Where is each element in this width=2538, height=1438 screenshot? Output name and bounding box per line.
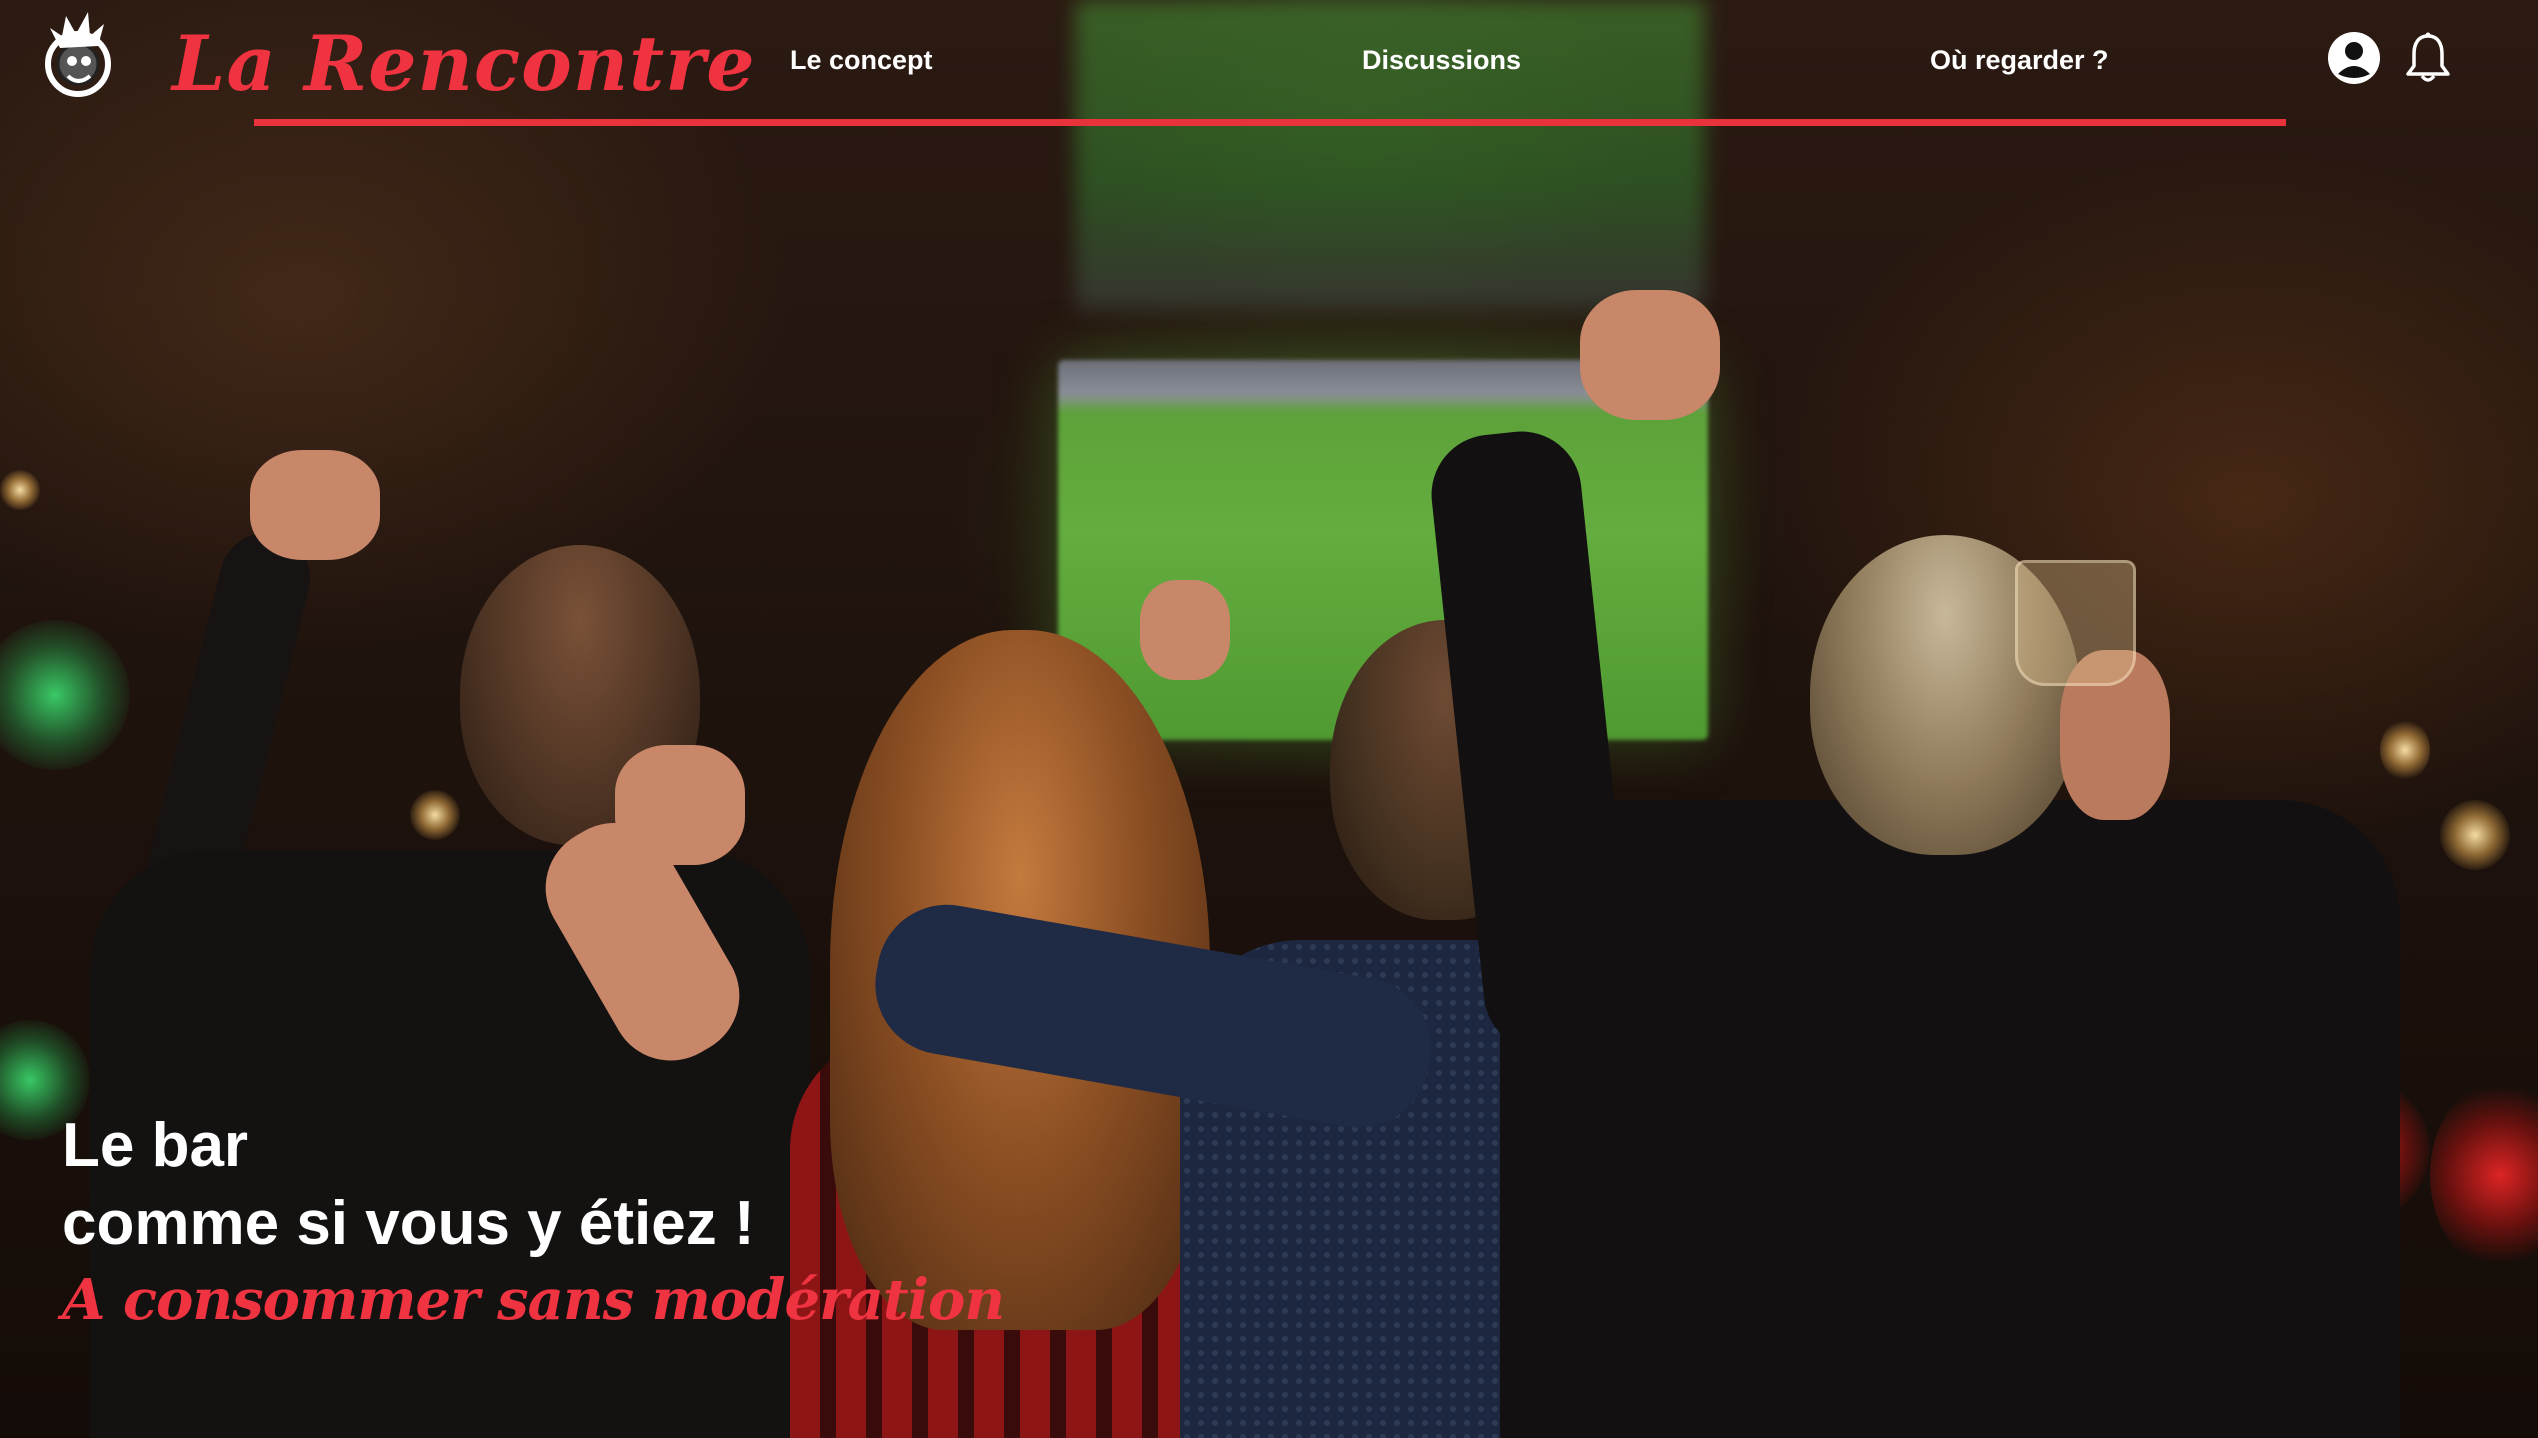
- user-account-icon[interactable]: [2326, 30, 2382, 86]
- nav-item-discussions[interactable]: Discussions: [1362, 40, 1521, 80]
- mascot-logo-icon[interactable]: [32, 6, 122, 106]
- hero-title-line-2: comme si vous y étiez !: [62, 1189, 755, 1258]
- nav-item-where-to-watch[interactable]: Où regarder ?: [1930, 40, 2109, 80]
- bell-icon[interactable]: [2400, 30, 2456, 86]
- bokeh-light: [0, 470, 40, 510]
- bokeh-light: [0, 620, 130, 770]
- brand-name[interactable]: La Rencontre: [172, 14, 756, 114]
- bokeh-light: [2440, 800, 2510, 870]
- bokeh-light: [2430, 1080, 2538, 1270]
- nav-item-concept[interactable]: Le concept: [790, 40, 933, 80]
- nav-underline: [254, 119, 2286, 126]
- bokeh-light: [410, 790, 460, 840]
- bokeh-light: [2380, 720, 2430, 780]
- site-header: La Rencontre Le concept Discussions Où r…: [0, 0, 2538, 140]
- hero-title-line-1: Le bar: [62, 1111, 249, 1180]
- hero-tagline: A consommer sans modération: [62, 1267, 1005, 1333]
- landing-page: La Rencontre Le concept Discussions Où r…: [0, 0, 2538, 1438]
